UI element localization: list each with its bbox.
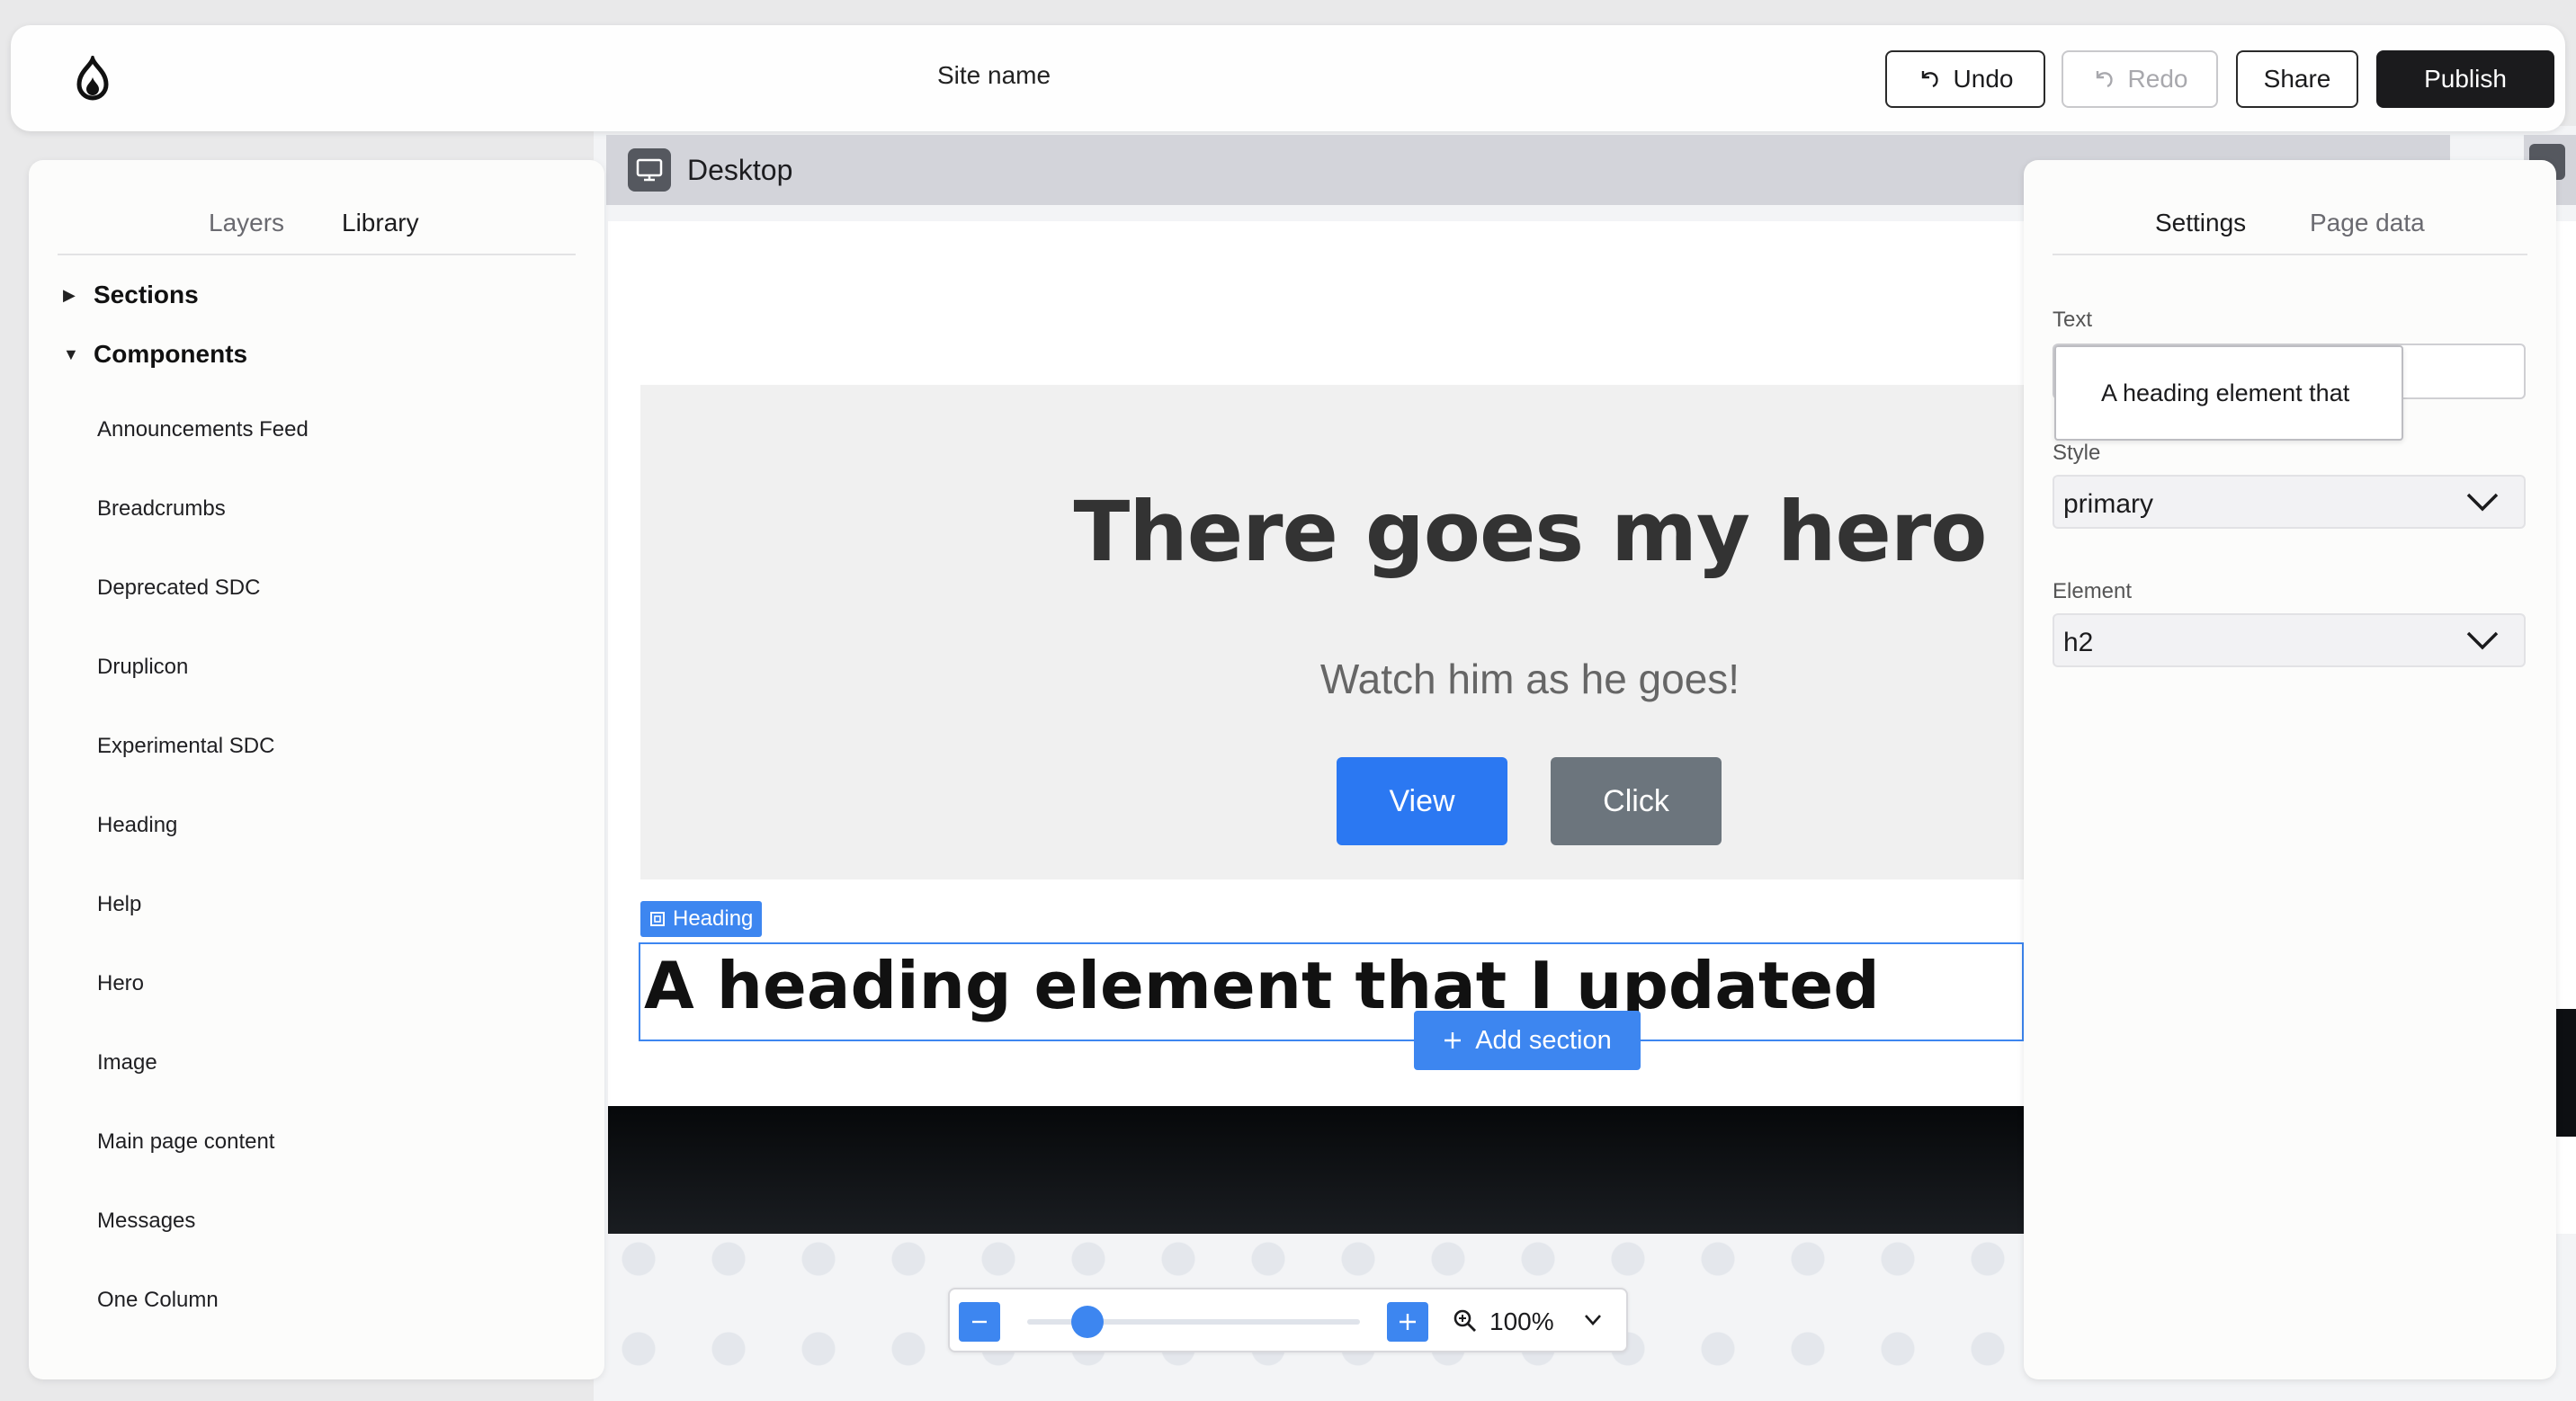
tab-library[interactable]: Library <box>342 209 419 237</box>
component-item[interactable]: Hero <box>97 971 144 996</box>
settings-panel: Settings Page data Text A heading elemen… <box>2024 160 2556 1379</box>
component-item[interactable]: Heading <box>97 813 177 838</box>
secondary-viewport-footer <box>2556 1009 2576 1137</box>
redo-label: Redo <box>2127 65 2188 93</box>
page-footer <box>608 1106 2024 1234</box>
component-icon <box>650 912 665 926</box>
hero-click-button[interactable]: Click <box>1551 757 1722 845</box>
component-item[interactable]: Image <box>97 1050 157 1075</box>
zoom-value[interactable]: 100% <box>1489 1307 1554 1336</box>
caret-down-icon: ▼ <box>63 344 79 363</box>
minus-icon <box>972 1320 987 1324</box>
redo-button[interactable]: Redo <box>2062 50 2218 108</box>
zoom-icon <box>1453 1309 1476 1332</box>
hero-subtitle: Watch him as he goes! <box>1319 656 1740 702</box>
element-field-label: Element <box>2053 579 2133 603</box>
component-item[interactable]: Druplicon <box>97 655 188 680</box>
tab-layers[interactable]: Layers <box>209 209 284 237</box>
plus-icon <box>1445 1032 1462 1049</box>
viewport-label: Desktop <box>687 153 793 186</box>
style-select-value: primary <box>2063 489 2154 519</box>
component-item[interactable]: Help <box>97 892 141 917</box>
caret-right-icon: ▶ <box>63 285 76 304</box>
library-panel: Layers Library ▶ Sections ▼ Components A… <box>29 160 604 1379</box>
selected-component-tag[interactable]: Heading <box>640 901 763 937</box>
chevron-down-icon[interactable] <box>1583 1313 1603 1327</box>
hero-title: There goes my hero <box>1073 484 1987 580</box>
hero-section[interactable]: There goes my hero Watch him as he goes! <box>640 385 2024 879</box>
zoom-slider-thumb[interactable] <box>1070 1306 1104 1338</box>
heading-text: A heading element that I updated <box>644 948 1880 1023</box>
undo-icon <box>1921 71 1938 88</box>
redo-icon <box>2096 71 2113 88</box>
style-field-label: Style <box>2053 441 2101 465</box>
publish-button[interactable]: Publish <box>2376 50 2554 108</box>
top-toolbar: Site name Undo Redo Share Publish <box>11 25 2565 131</box>
zoom-out-button[interactable] <box>959 1302 1000 1342</box>
undo-button[interactable]: Undo <box>1885 50 2045 108</box>
plus-icon <box>1400 1314 1416 1330</box>
share-button[interactable]: Share <box>2236 50 2358 108</box>
tab-page-data[interactable]: Page data <box>2310 209 2425 237</box>
add-section-button[interactable]: Add section <box>1414 1011 1641 1070</box>
component-item[interactable]: Experimental SDC <box>97 734 274 759</box>
site-name: Site name <box>937 61 1051 89</box>
element-select[interactable]: h2 <box>2053 613 2526 667</box>
zoom-control: 100% <box>948 1288 1628 1352</box>
component-item[interactable]: Breadcrumbs <box>97 496 226 522</box>
tree-group-label: Components <box>94 340 248 368</box>
component-item[interactable]: Main page content <box>97 1129 274 1155</box>
desktop-icon[interactable] <box>628 148 671 192</box>
chevron-down-icon <box>2466 493 2499 512</box>
zoom-in-button[interactable] <box>1387 1302 1428 1342</box>
selected-component-label: Heading <box>673 906 754 931</box>
tabs-divider <box>58 254 576 255</box>
page-preview: There goes my hero Watch him as he goes!… <box>608 221 2024 1234</box>
tree-group-sections[interactable]: ▶ Sections <box>63 281 199 309</box>
tree-group-label: Sections <box>94 281 199 308</box>
style-select[interactable]: primary <box>2053 475 2526 529</box>
tabs-divider <box>2053 254 2527 255</box>
drupal-logo-icon[interactable] <box>68 56 117 104</box>
tab-settings[interactable]: Settings <box>2155 209 2246 237</box>
component-item[interactable]: Deprecated SDC <box>97 576 260 601</box>
component-item[interactable]: One Column <box>97 1288 219 1313</box>
text-field-label: Text <box>2053 308 2093 332</box>
add-section-label: Add section <box>1475 1025 1612 1055</box>
hero-view-button[interactable]: View <box>1337 757 1507 845</box>
chevron-down-icon <box>2466 631 2499 650</box>
component-item[interactable]: Messages <box>97 1209 195 1234</box>
component-item[interactable]: Announcements Feed <box>97 417 309 442</box>
tree-group-components[interactable]: ▼ Components <box>63 340 247 369</box>
undo-label: Undo <box>1953 65 2014 93</box>
element-select-value: h2 <box>2063 628 2094 657</box>
text-field-editor[interactable]: A heading element that <box>2054 345 2403 441</box>
selected-heading[interactable]: A heading element that I updated <box>639 942 2024 1041</box>
